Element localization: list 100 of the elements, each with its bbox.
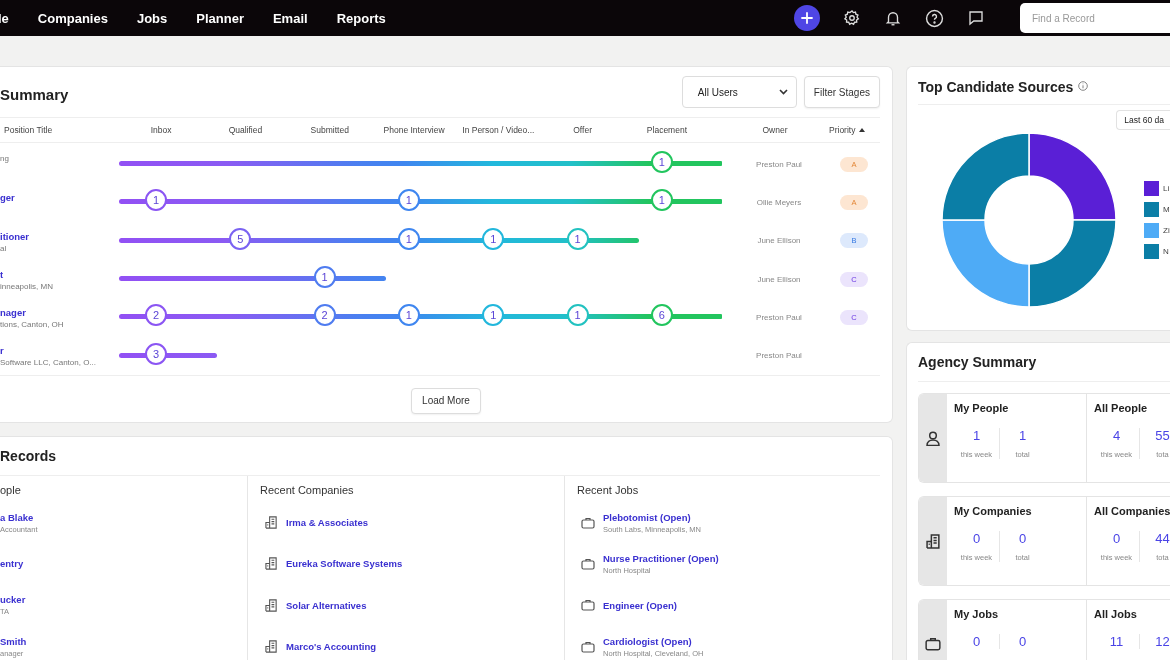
search-field[interactable]: Find a Record <box>1020 3 1170 33</box>
column-header: Qualified <box>227 125 264 135</box>
load-more-button[interactable]: Load More <box>411 387 481 414</box>
person-link[interactable]: entry <box>0 558 24 570</box>
stage-count[interactable]: 1 <box>397 304 420 327</box>
caret-icon[interactable] <box>778 89 788 95</box>
person-icon <box>926 430 940 446</box>
help-icon[interactable] <box>925 8 944 28</box>
nav-link[interactable]: Email <box>272 10 308 26</box>
stage-count[interactable]: 5 <box>229 227 252 250</box>
sort-up-icon[interactable] <box>859 128 866 132</box>
job-title-link[interactable]: nager <box>0 307 119 319</box>
column-header[interactable]: Priority <box>829 125 856 135</box>
column-header: Submitted <box>309 125 350 135</box>
user-select[interactable]: All Users <box>681 76 797 108</box>
owner-name: Ollie Meyers <box>755 197 803 207</box>
company-link[interactable]: Eureka Software Systems <box>286 558 403 570</box>
nav-link[interactable]: Jobs <box>136 10 168 26</box>
stage-count[interactable]: 2 <box>313 304 336 327</box>
stat-value[interactable]: 0 <box>972 531 981 546</box>
job-title-link[interactable]: ger <box>0 192 119 204</box>
stat-value[interactable]: 0 <box>1018 531 1027 546</box>
column-header: In Person / Video... <box>461 125 536 135</box>
summary-title: My Jobs <box>954 608 999 620</box>
job-title-link[interactable]: t <box>0 268 119 280</box>
job-title-link[interactable]: itioner <box>0 230 119 242</box>
person-link[interactable]: a Blake <box>0 511 38 523</box>
stat-value[interactable]: 0 <box>1112 531 1121 546</box>
filter-stages-button[interactable]: Filter Stages <box>803 76 880 108</box>
summary-title: All People <box>1094 402 1149 414</box>
briefcase-icon <box>581 557 595 570</box>
briefcase-icon <box>925 637 941 651</box>
job-link[interactable]: Cardiologist (Open) <box>603 635 704 647</box>
column-header: Position Title <box>3 125 54 135</box>
legend-label: Li <box>1163 184 1170 193</box>
stat-value[interactable]: 44 <box>1155 531 1170 546</box>
owner-name: June Ellison <box>756 236 802 246</box>
add-button[interactable] <box>794 5 820 31</box>
stage-count[interactable]: 1 <box>650 189 673 212</box>
building-icon <box>925 533 941 549</box>
plus-icon[interactable] <box>801 12 813 24</box>
chat-icon[interactable] <box>967 9 985 27</box>
column-heading: Recent Companies <box>260 484 355 498</box>
job-link[interactable]: Plebotomist (Open) <box>603 511 701 523</box>
job-link[interactable]: Nurse Practitioner (Open) <box>603 552 719 564</box>
stage-count[interactable]: 1 <box>482 227 505 250</box>
briefcase-icon <box>581 599 595 612</box>
owner-name: June Ellison <box>756 274 802 284</box>
stat-value[interactable]: 55 <box>1155 428 1170 443</box>
building-icon <box>265 557 278 571</box>
job-title-link[interactable]: r <box>0 345 119 357</box>
stat-value[interactable]: 11 <box>1109 634 1124 649</box>
company-link[interactable]: Irma & Associates <box>286 517 369 529</box>
stat-value[interactable]: 12 <box>1155 634 1170 649</box>
stage-count[interactable]: 1 <box>397 227 420 250</box>
owner-name: Preston Paul <box>755 351 803 361</box>
company-link[interactable]: Marco's Accounting <box>286 641 377 653</box>
job-link[interactable]: Engineer (Open) <box>603 599 677 611</box>
info-icon[interactable] <box>1078 81 1089 91</box>
company-link[interactable]: Solar Alternatives <box>286 599 367 611</box>
stage-count[interactable]: 1 <box>482 304 505 327</box>
building-icon <box>265 598 278 612</box>
stat-value[interactable]: 1 <box>1018 428 1027 443</box>
stat-value[interactable]: 0 <box>1018 634 1027 649</box>
column-header: Inbox <box>149 125 173 135</box>
stage-count[interactable]: 1 <box>566 227 589 250</box>
stat-value[interactable]: 1 <box>972 428 981 443</box>
stage-count[interactable]: 1 <box>313 266 336 289</box>
legend-label: Zi <box>1163 226 1170 235</box>
column-header: Placement <box>645 125 688 135</box>
notification-bell-icon[interactable] <box>884 9 902 27</box>
person-link[interactable]: Smith <box>0 635 27 647</box>
building-icon <box>265 516 278 530</box>
summary-title: My Companies <box>954 505 1033 517</box>
summary-title: All Jobs <box>1094 608 1138 620</box>
column-heading: ople <box>0 484 22 498</box>
person-link[interactable]: ucker <box>0 594 26 606</box>
stage-count[interactable]: 3 <box>145 342 167 365</box>
stage-count[interactable]: 6 <box>650 304 673 327</box>
column-heading: Recent Jobs <box>577 484 640 498</box>
stage-count[interactable]: 1 <box>566 304 589 327</box>
job-location: tions, Canton, OH <box>0 320 65 330</box>
owner-name: Preston Paul <box>755 159 803 169</box>
job-location: Software LLC, Canton, O... <box>0 358 98 368</box>
briefcase-icon <box>581 640 595 653</box>
stage-count[interactable]: 1 <box>397 189 420 212</box>
settings-icon[interactable] <box>843 9 861 27</box>
stage-count[interactable]: 2 <box>145 304 167 327</box>
building-icon <box>265 640 278 654</box>
stage-count[interactable]: 1 <box>145 189 167 212</box>
nav-link[interactable]: Companies <box>37 10 108 26</box>
date-range-button[interactable]: Last 60 da <box>1116 110 1170 130</box>
stat-value[interactable]: 4 <box>1112 428 1121 443</box>
panel-title: Agency Summary <box>918 343 1170 382</box>
stat-value[interactable]: 0 <box>972 634 981 649</box>
nav-link[interactable]: Planner <box>196 10 244 26</box>
panel-title: Top Candidate Sources <box>918 79 1074 95</box>
summary-title: My People <box>954 402 1010 414</box>
nav-link[interactable]: Reports <box>336 10 386 26</box>
stage-count[interactable]: 1 <box>650 151 673 174</box>
